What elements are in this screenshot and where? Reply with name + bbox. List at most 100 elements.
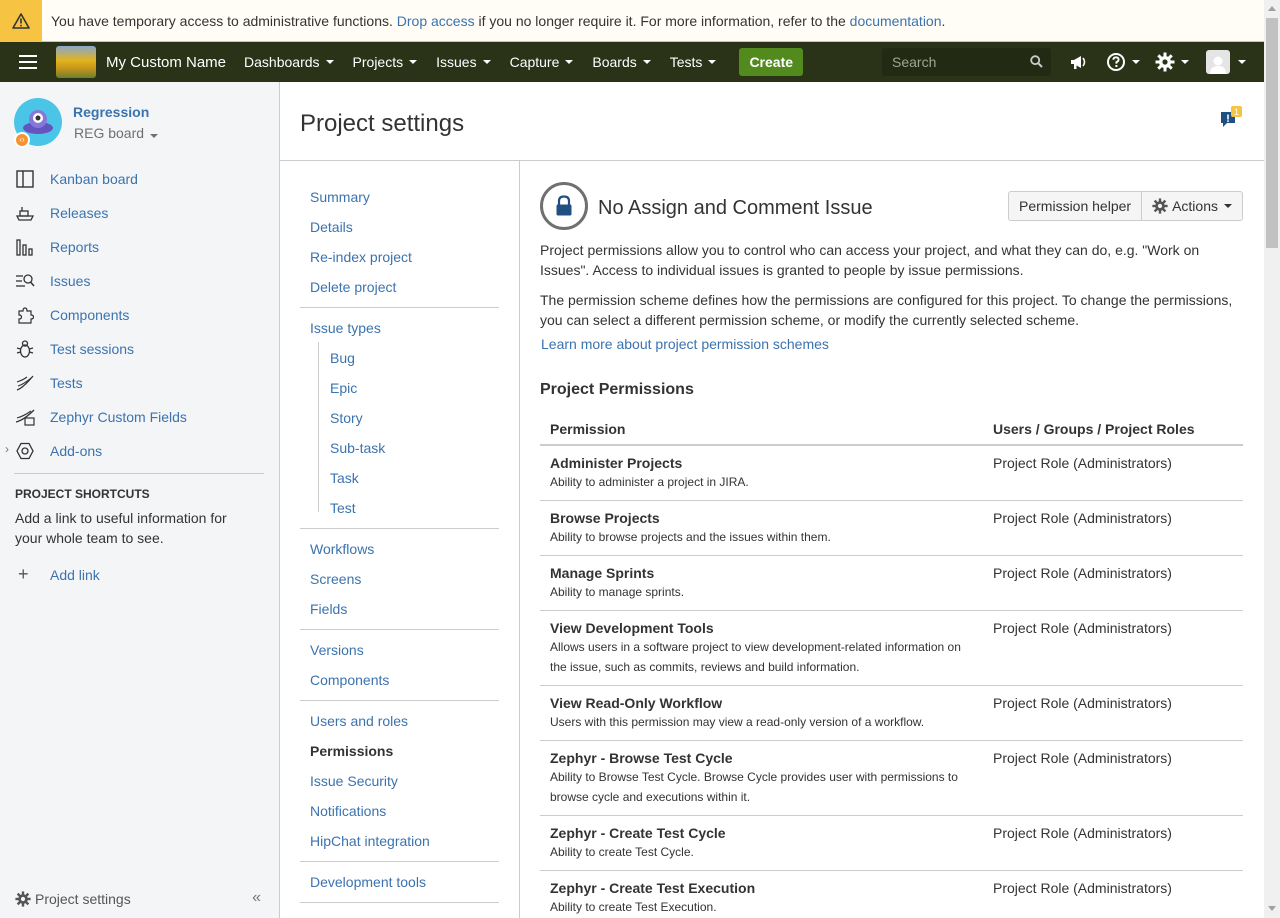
sidebar-item-label: Add-ons bbox=[50, 443, 103, 459]
actions-dropdown-button[interactable]: Actions bbox=[1142, 191, 1243, 221]
site-logo[interactable] bbox=[56, 46, 96, 78]
settings-nav-divider bbox=[300, 861, 499, 862]
settings-nav-permissions[interactable]: Permissions bbox=[310, 743, 393, 759]
permission-roles: Project Role (Administrators) bbox=[993, 880, 1172, 896]
sidebar-item-tests[interactable]: Tests bbox=[14, 371, 83, 395]
help-menu[interactable] bbox=[1106, 42, 1140, 82]
create-button[interactable]: Create bbox=[739, 48, 804, 76]
project-avatar[interactable]: ‹› bbox=[14, 98, 62, 148]
project-name[interactable]: Regression bbox=[73, 104, 149, 120]
settings-nav-users-and-roles[interactable]: Users and roles bbox=[310, 713, 408, 729]
page-scrollbar[interactable] bbox=[1264, 0, 1280, 918]
project-settings-nav: Summary Details Re-index project Delete … bbox=[280, 161, 520, 918]
settings-nav-issue-types[interactable]: Issue types bbox=[310, 320, 381, 336]
nav-tests[interactable]: Tests bbox=[670, 54, 717, 70]
sidebar-item-zephyr-custom-fields[interactable]: Zephyr Custom Fields bbox=[14, 405, 187, 429]
settings-nav-issue-type-task[interactable]: Task bbox=[330, 470, 359, 486]
settings-nav-issue-type-epic[interactable]: Epic bbox=[330, 380, 357, 396]
nav-issues[interactable]: Issues bbox=[436, 54, 491, 70]
sidebar-item-label: Test sessions bbox=[50, 341, 135, 357]
sidebar-item-reports[interactable]: Reports bbox=[14, 235, 99, 259]
sidebar-item-releases[interactable]: Releases bbox=[14, 201, 108, 225]
warning-icon bbox=[0, 0, 42, 41]
sidebar-item-label: Releases bbox=[50, 205, 109, 221]
chevron-down-icon bbox=[565, 60, 574, 64]
settings-nav-screens[interactable]: Screens bbox=[310, 571, 361, 587]
settings-nav-hipchat-integration[interactable]: HipChat integration bbox=[310, 833, 430, 849]
sidebar-item-kanban-board[interactable]: Kanban board bbox=[14, 167, 138, 191]
nav-projects[interactable]: Projects bbox=[353, 54, 418, 70]
settings-menu[interactable] bbox=[1155, 42, 1189, 82]
settings-nav-workflows[interactable]: Workflows bbox=[310, 541, 374, 557]
add-link-button[interactable]: + Add link bbox=[18, 564, 100, 585]
permission-roles: Project Role (Administrators) bbox=[993, 565, 1172, 581]
settings-nav-reindex-project[interactable]: Re-index project bbox=[310, 249, 412, 265]
chevron-down-icon bbox=[482, 60, 491, 64]
scroll-down-icon[interactable] bbox=[1268, 906, 1276, 911]
settings-nav-issue-type-bug[interactable]: Bug bbox=[330, 350, 355, 366]
permission-roles: Project Role (Administrators) bbox=[993, 510, 1172, 526]
settings-nav-fields[interactable]: Fields bbox=[310, 601, 347, 617]
sidebar-item-issues[interactable]: Issues bbox=[14, 269, 90, 293]
settings-nav-versions[interactable]: Versions bbox=[310, 642, 364, 658]
settings-nav-notifications[interactable]: Notifications bbox=[310, 803, 386, 819]
menu-icon[interactable] bbox=[0, 42, 56, 82]
settings-nav-issue-type-test[interactable]: Test bbox=[330, 500, 356, 516]
project-header: ‹› Regression REG board bbox=[14, 98, 159, 148]
chevron-down-icon bbox=[150, 134, 159, 138]
permissions-description: Project permissions allow you to control… bbox=[540, 242, 1200, 278]
nav-boards[interactable]: Boards bbox=[592, 54, 651, 70]
plus-icon: + bbox=[18, 564, 29, 584]
search-icon[interactable] bbox=[1030, 55, 1043, 71]
site-title[interactable]: My Custom Name bbox=[106, 54, 226, 71]
collapse-sidebar-icon[interactable]: « bbox=[252, 889, 261, 907]
board-selector[interactable]: REG board bbox=[74, 125, 159, 141]
sidebar-item-add-ons[interactable]: Add-ons bbox=[14, 439, 102, 463]
search-input[interactable] bbox=[892, 54, 1022, 70]
add-ons-icon bbox=[14, 440, 36, 462]
chevron-down-icon bbox=[325, 60, 334, 64]
sidebar-item-label: Kanban board bbox=[50, 171, 138, 187]
documentation-link[interactable]: documentation bbox=[850, 13, 942, 29]
chevron-right-icon[interactable]: › bbox=[5, 442, 9, 456]
table-row: View Read-Only Workflow Users with this p… bbox=[540, 685, 1243, 741]
settings-nav-divider bbox=[300, 902, 499, 903]
feedback-icon: 1 bbox=[1221, 106, 1242, 127]
settings-nav-issue-type-sub-task[interactable]: Sub-task bbox=[330, 440, 385, 456]
scrollbar-thumb[interactable] bbox=[1266, 18, 1278, 248]
project-settings-link[interactable]: Project settings bbox=[35, 891, 131, 907]
chevron-down-icon bbox=[409, 60, 418, 64]
feedback-button[interactable]: 1 bbox=[1218, 106, 1242, 133]
table-row: Administer Projects Ability to administer… bbox=[540, 445, 1243, 501]
settings-nav-issue-security[interactable]: Issue Security bbox=[310, 773, 398, 789]
settings-nav-summary[interactable]: Summary bbox=[310, 189, 370, 205]
sidebar-divider bbox=[14, 473, 264, 474]
permission-roles: Project Role (Administrators) bbox=[993, 620, 1172, 636]
scheme-actions: Permission helper Actions bbox=[1008, 191, 1243, 221]
permission-helper-button[interactable]: Permission helper bbox=[1008, 191, 1143, 221]
help-icon bbox=[1107, 53, 1125, 71]
drop-access-link[interactable]: Drop access bbox=[397, 13, 475, 29]
permission-name: Browse Projects bbox=[550, 510, 660, 526]
chevron-down-icon bbox=[1238, 60, 1246, 64]
announcements-icon[interactable] bbox=[1069, 42, 1089, 82]
permission-scheme-description: The permission scheme defines how the pe… bbox=[540, 292, 1233, 328]
banner-text-end: . bbox=[941, 12, 946, 29]
nav-dashboards[interactable]: Dashboards bbox=[244, 54, 334, 70]
nav-capture-label: Capture bbox=[509, 54, 560, 70]
sidebar-item-components[interactable]: Components bbox=[14, 303, 129, 327]
learn-more-link[interactable]: Learn more about project permission sche… bbox=[541, 336, 829, 352]
sidebar-item-test-sessions[interactable]: Test sessions bbox=[14, 337, 134, 361]
settings-nav-development-tools[interactable]: Development tools bbox=[310, 874, 426, 890]
settings-nav-components[interactable]: Components bbox=[310, 672, 389, 688]
software-project-icon: ‹› bbox=[14, 132, 30, 148]
nav-boards-label: Boards bbox=[592, 54, 637, 70]
settings-nav-delete-project[interactable]: Delete project bbox=[310, 279, 396, 295]
settings-nav-details[interactable]: Details bbox=[310, 219, 353, 235]
settings-nav-issue-type-story[interactable]: Story bbox=[330, 410, 363, 426]
permission-name: Zephyr - Create Test Cycle bbox=[550, 825, 726, 841]
permission-name: View Development Tools bbox=[550, 620, 714, 636]
scroll-up-icon[interactable] bbox=[1268, 6, 1276, 11]
user-menu[interactable] bbox=[1206, 42, 1246, 82]
nav-capture[interactable]: Capture bbox=[510, 54, 574, 70]
